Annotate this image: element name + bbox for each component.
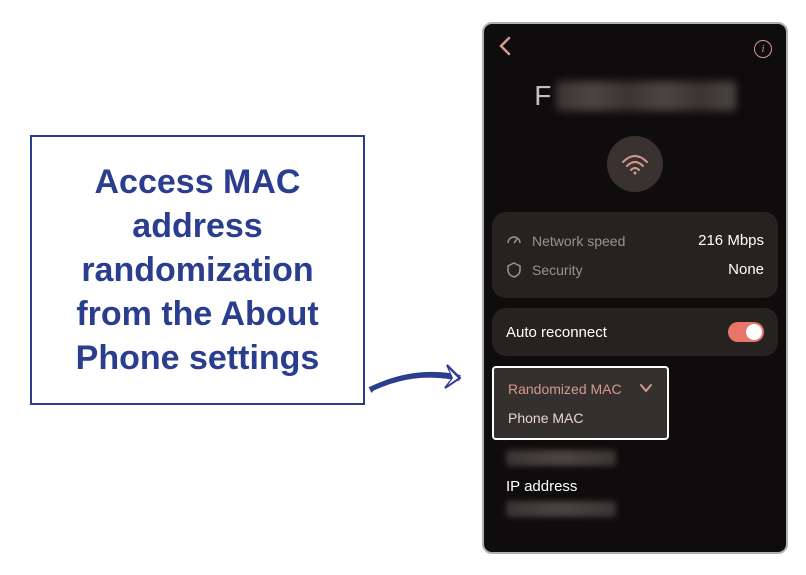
auto-reconnect-toggle[interactable]: [728, 322, 764, 342]
blurred-mac-value: [506, 450, 616, 466]
wifi-icon-wrapper: [492, 132, 778, 212]
auto-reconnect-row[interactable]: Auto reconnect: [492, 308, 778, 356]
phone-header: i: [492, 34, 778, 72]
network-speed-label: Network speed: [532, 233, 625, 249]
security-row: Security None: [506, 255, 764, 284]
callout-box: Access MAC address randomization from th…: [30, 135, 365, 405]
network-speed-row: Network speed 216 Mbps: [506, 226, 764, 255]
blurred-ip-value: [506, 501, 616, 517]
ip-address-label: IP address: [506, 478, 764, 495]
callout-text: Access MAC address randomization from th…: [52, 160, 343, 381]
wifi-icon: [607, 136, 663, 192]
security-label: Security: [532, 262, 583, 278]
ip-address-section: IP address: [492, 466, 778, 517]
network-name: F: [492, 72, 778, 132]
back-icon[interactable]: [498, 36, 512, 62]
phone-settings-screen: i F Network speed 216 Mbps Securit: [482, 22, 788, 554]
network-info-card: Network speed 216 Mbps Security None: [492, 212, 778, 298]
arrow-icon: [365, 360, 480, 410]
info-icon[interactable]: i: [754, 40, 772, 58]
chevron-down-icon: [639, 380, 653, 398]
toggle-knob: [746, 324, 762, 340]
security-value: None: [728, 261, 764, 278]
blurred-network-name: [556, 81, 736, 111]
mac-dropdown-option-phone[interactable]: Phone MAC: [508, 410, 653, 426]
mac-address-dropdown[interactable]: Randomized MAC Phone MAC: [492, 366, 669, 440]
auto-reconnect-label: Auto reconnect: [506, 324, 607, 341]
network-speed-value: 216 Mbps: [698, 232, 764, 249]
mac-dropdown-selected[interactable]: Randomized MAC: [508, 381, 622, 397]
speed-icon: [506, 233, 522, 249]
network-name-first-letter: F: [534, 80, 551, 111]
shield-icon: [506, 262, 522, 278]
